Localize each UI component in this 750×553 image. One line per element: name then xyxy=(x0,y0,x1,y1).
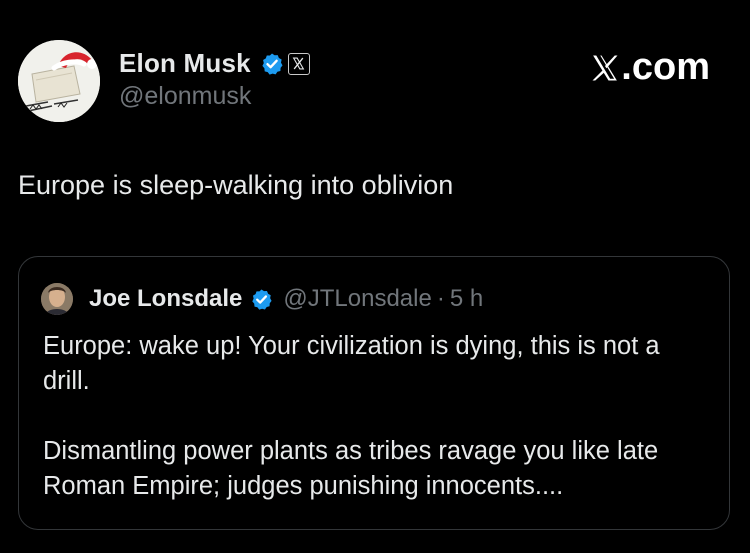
separator-dot: · xyxy=(436,285,445,312)
tweet-header: Elon Musk @elonmusk .com xyxy=(18,38,732,124)
quoted-tweet-body: Europe: wake up! Your civilization is dy… xyxy=(43,329,703,504)
x-logo-icon xyxy=(592,55,618,80)
tweet-text: Europe is sleep-walking into oblivion xyxy=(18,170,454,200)
quoted-author-name[interactable]: Joe Lonsdale xyxy=(89,285,242,313)
author-name[interactable]: Elon Musk xyxy=(119,48,251,79)
author-handle[interactable]: @elonmusk xyxy=(119,82,251,111)
brand-label: .com xyxy=(621,46,710,88)
quoted-paragraph-2: Dismantling power plants as tribes ravag… xyxy=(43,437,659,500)
quoted-tweet-header: Joe Lonsdale @JTLonsdale · 5 h xyxy=(41,283,483,315)
quoted-timestamp[interactable]: 5 h xyxy=(450,285,483,313)
verified-badge-icon xyxy=(250,288,273,311)
author-avatar[interactable] xyxy=(18,40,100,122)
author-name-row: Elon Musk xyxy=(119,48,310,79)
quoted-author-handle[interactable]: @JTLonsdale xyxy=(283,285,431,313)
verified-badge-icon xyxy=(260,52,284,76)
quoted-tweet[interactable]: Joe Lonsdale @JTLonsdale · 5 h Europe: w… xyxy=(18,256,730,530)
x-affiliate-badge-icon[interactable] xyxy=(287,52,310,75)
x-com-brand: .com xyxy=(590,46,710,89)
quoted-author-avatar[interactable] xyxy=(41,283,73,315)
quoted-paragraph-1: Europe: wake up! Your civilization is dy… xyxy=(43,332,660,395)
